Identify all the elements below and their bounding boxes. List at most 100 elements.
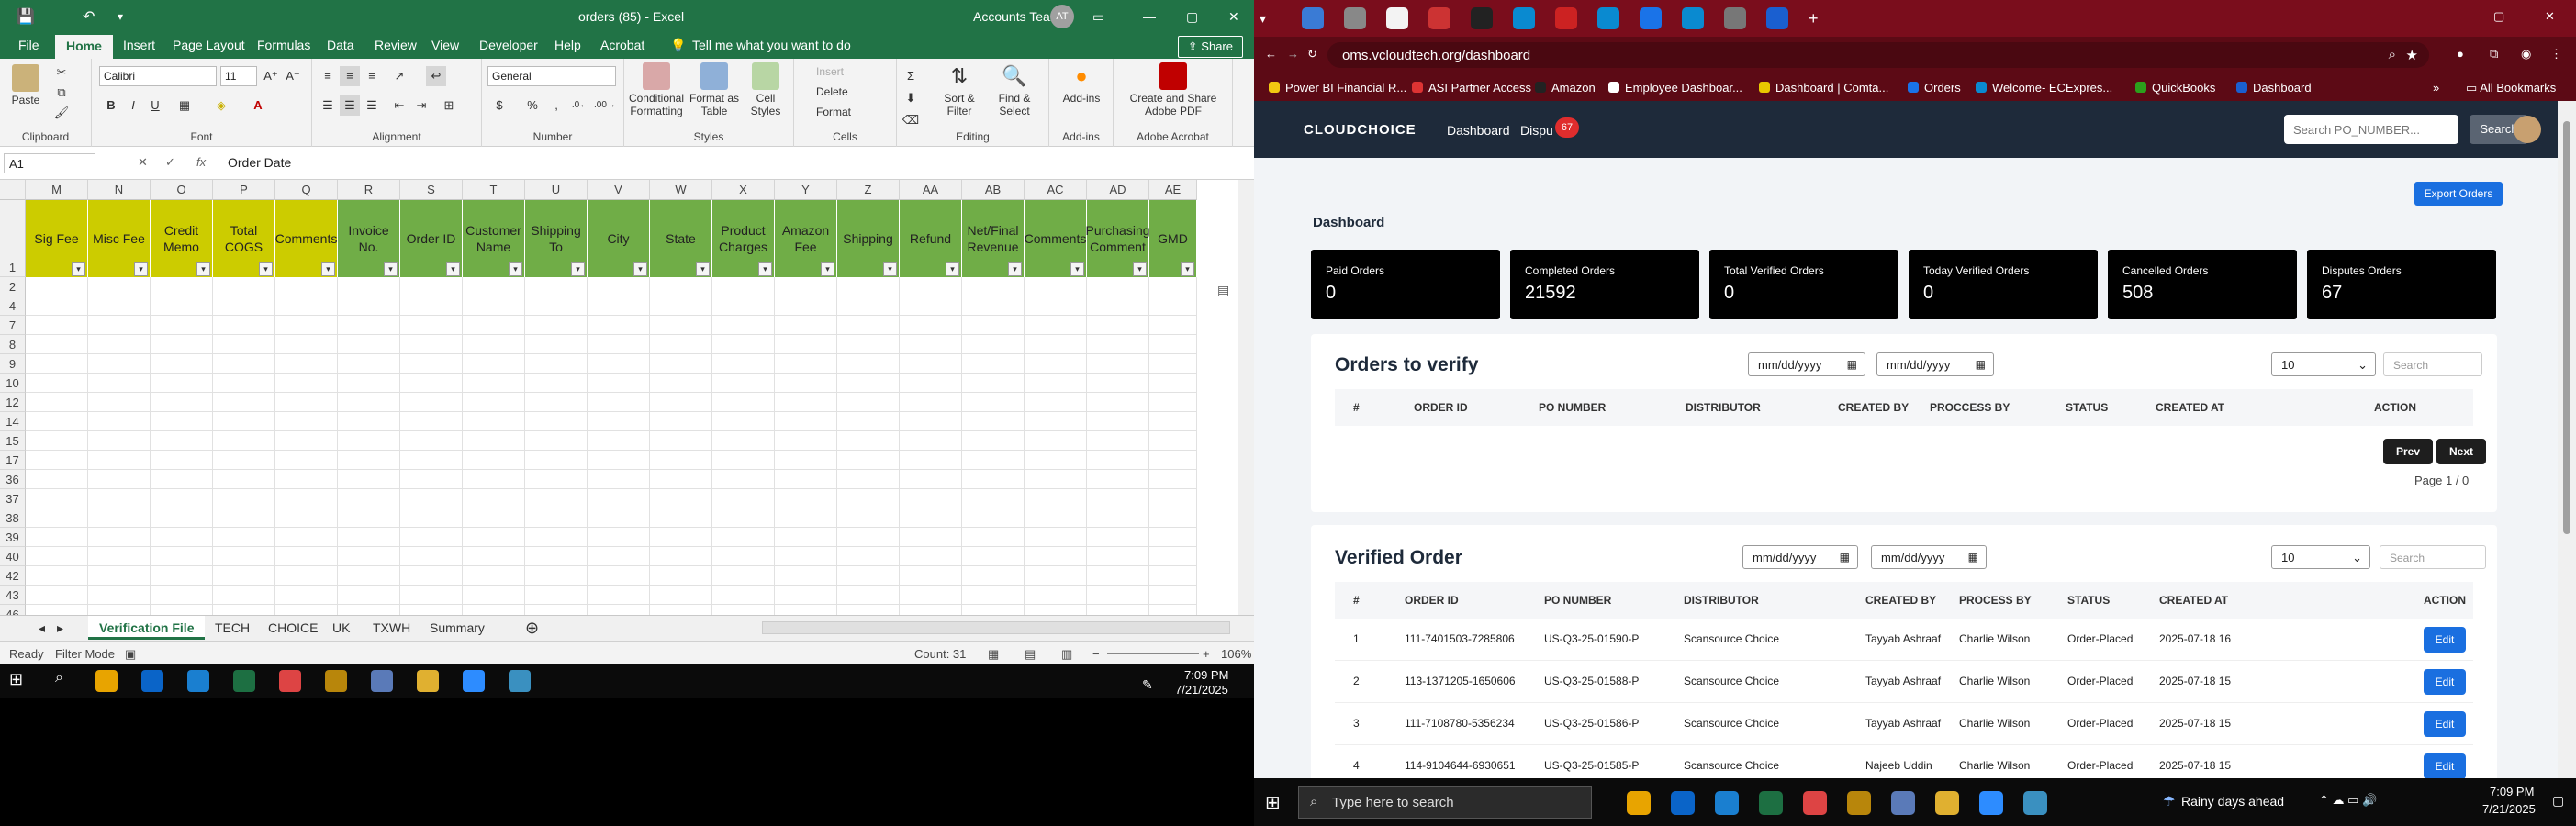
- grid-cell[interactable]: [775, 354, 837, 374]
- filter-dropdown-icon[interactable]: ▾: [196, 262, 210, 276]
- grid-cell[interactable]: [837, 547, 900, 566]
- grid-cell[interactable]: [837, 586, 900, 605]
- grid-cell[interactable]: [26, 489, 88, 508]
- grid-cell[interactable]: [525, 528, 588, 547]
- row-header[interactable]: 37: [0, 489, 26, 508]
- grid-cell[interactable]: [775, 605, 837, 615]
- header-cell[interactable]: Purchasing Comment ▾: [1085, 200, 1150, 277]
- nav-dashboard[interactable]: Dashboard: [1447, 123, 1510, 138]
- filter-dropdown-icon[interactable]: ▾: [509, 262, 522, 276]
- insert-function-icon[interactable]: fx: [196, 155, 206, 169]
- filter-dropdown-icon[interactable]: ▾: [1133, 262, 1147, 276]
- column-header[interactable]: X: [712, 180, 775, 200]
- conditional-formatting-button[interactable]: Conditional Formatting: [628, 62, 685, 117]
- tab-menu-icon[interactable]: ▾: [1260, 7, 1282, 29]
- grid-cell[interactable]: [275, 508, 338, 528]
- grid-cell[interactable]: [962, 335, 1025, 354]
- grid-cell[interactable]: [900, 374, 962, 393]
- grid-cell[interactable]: [213, 412, 275, 431]
- grid-cell[interactable]: [151, 547, 213, 566]
- format-painter-icon[interactable]: 🖌: [51, 103, 72, 123]
- grid-cell[interactable]: [1025, 296, 1087, 316]
- grid-cell[interactable]: [1025, 374, 1087, 393]
- grid-cell[interactable]: [26, 412, 88, 431]
- column-header[interactable]: Z: [837, 180, 900, 200]
- grid-cell[interactable]: [463, 470, 525, 489]
- edit-button[interactable]: Edit: [2424, 669, 2466, 695]
- grid-cell[interactable]: [837, 508, 900, 528]
- grid-cell[interactable]: [26, 374, 88, 393]
- browser-app-icon[interactable]: [509, 670, 531, 692]
- grid-cell[interactable]: [900, 316, 962, 335]
- bookmark-item[interactable]: Power BI Financial R...: [1269, 81, 1406, 95]
- grid-cell[interactable]: [962, 412, 1025, 431]
- tray-icons[interactable]: ⌃ ☁ ▭ 🔊: [2319, 793, 2377, 808]
- stat-today-verified[interactable]: Today Verified Orders 0: [1909, 250, 2098, 319]
- copy-icon[interactable]: ⧉: [51, 83, 72, 103]
- start-icon[interactable]: ⊞: [9, 670, 31, 692]
- stat-disputes-orders[interactable]: Disputes Orders 67: [2307, 250, 2496, 319]
- grid-cell[interactable]: [1087, 412, 1149, 431]
- grid-cell[interactable]: [88, 335, 151, 354]
- grid-cell[interactable]: [1149, 393, 1197, 412]
- row-header[interactable]: 8: [0, 335, 26, 354]
- bookmark-item[interactable]: Amazon: [1535, 81, 1596, 95]
- align-top-icon[interactable]: ≡: [318, 66, 338, 86]
- grid-cell[interactable]: [837, 335, 900, 354]
- grid-cell[interactable]: [1149, 277, 1197, 296]
- column-header[interactable]: W: [650, 180, 712, 200]
- header-cell[interactable]: Refund ▾: [900, 200, 962, 277]
- grid-cell[interactable]: [650, 528, 712, 547]
- grid-cell[interactable]: [900, 335, 962, 354]
- grid-cell[interactable]: [650, 393, 712, 412]
- align-bottom-icon[interactable]: ≡: [362, 66, 382, 86]
- row-header[interactable]: 43: [0, 586, 26, 605]
- grid-cell[interactable]: [275, 566, 338, 586]
- grid-cell[interactable]: [26, 566, 88, 586]
- grid-cell[interactable]: [588, 528, 650, 547]
- align-left-icon[interactable]: ☰: [318, 95, 338, 116]
- grid-cell[interactable]: [837, 316, 900, 335]
- grid-cell[interactable]: [26, 316, 88, 335]
- normal-view-icon[interactable]: ▦: [988, 647, 999, 662]
- italic-icon[interactable]: I: [123, 95, 143, 116]
- grid-cell[interactable]: [900, 489, 962, 508]
- verify-end-date[interactable]: mm/dd/yyyy ▦: [1876, 352, 1994, 376]
- addins-button[interactable]: ● Add-ins: [1055, 62, 1108, 105]
- grid-cell[interactable]: [1149, 528, 1197, 547]
- grid-cell[interactable]: [26, 586, 88, 605]
- grid-cell[interactable]: [962, 431, 1025, 451]
- grid-cell[interactable]: [962, 470, 1025, 489]
- grid-cell[interactable]: [151, 316, 213, 335]
- grid-cell[interactable]: [1149, 489, 1197, 508]
- grid-cell[interactable]: [525, 393, 588, 412]
- filter-dropdown-icon[interactable]: ▾: [72, 262, 85, 276]
- page-scrollbar[interactable]: [2558, 101, 2576, 778]
- grid-cell[interactable]: [275, 393, 338, 412]
- grid-cell[interactable]: [525, 354, 588, 374]
- grid-cell[interactable]: [775, 566, 837, 586]
- grid-cell[interactable]: [338, 354, 400, 374]
- grid-cell[interactable]: [837, 354, 900, 374]
- grid-cell[interactable]: [962, 566, 1025, 586]
- grid-cell[interactable]: [151, 451, 213, 470]
- save-icon[interactable]: 💾: [17, 7, 35, 26]
- browser-tab[interactable]: [1428, 7, 1450, 29]
- grid-cell[interactable]: [400, 605, 463, 615]
- grid-cell[interactable]: [213, 566, 275, 586]
- grid-cell[interactable]: [1025, 605, 1087, 615]
- grid-cell[interactable]: [400, 316, 463, 335]
- stat-cancelled-orders[interactable]: Cancelled Orders 508: [2108, 250, 2297, 319]
- wrap-text-icon[interactable]: ↩: [426, 66, 446, 86]
- chrome-icon[interactable]: [95, 670, 118, 692]
- chrome-profile-icon[interactable]: [1803, 791, 1827, 815]
- grid-cell[interactable]: [338, 508, 400, 528]
- filter-dropdown-icon[interactable]: ▾: [946, 262, 959, 276]
- grid-cell[interactable]: [400, 393, 463, 412]
- grid-cell[interactable]: [775, 470, 837, 489]
- header-cell[interactable]: Misc Fee ▾: [88, 200, 151, 277]
- filter-dropdown-icon[interactable]: ▾: [1008, 262, 1022, 276]
- calculator-icon[interactable]: [1891, 791, 1915, 815]
- grid-cell[interactable]: [650, 489, 712, 508]
- grid-cell[interactable]: [525, 412, 588, 431]
